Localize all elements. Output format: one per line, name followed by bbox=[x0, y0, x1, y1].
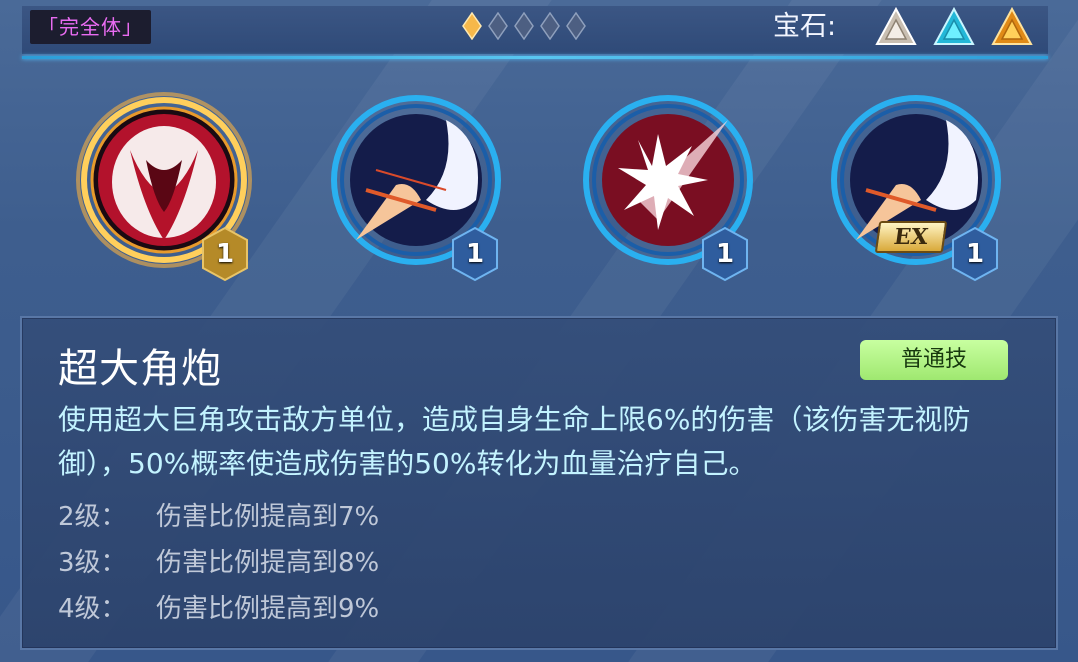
level-upgrade-row: 4级： 伤害比例提高到9% bbox=[58, 586, 379, 632]
star-empty-icon bbox=[514, 12, 534, 40]
star-empty-icon bbox=[566, 12, 586, 40]
level-label: 3级： bbox=[58, 548, 127, 578]
level-upgrade-row: 2级： 伤害比例提高到7% bbox=[58, 494, 379, 540]
gem-slots bbox=[874, 6, 1034, 50]
skill-name: 超大角炮 bbox=[58, 346, 222, 392]
star-empty-icon bbox=[540, 12, 560, 40]
skill-list: 1 1 1 1 bbox=[0, 90, 1078, 290]
skill-detail-panel: 超大角炮 普通技 使用超大巨角攻击敌方单位，造成自身生命上限6%的伤害（该伤害无… bbox=[20, 316, 1058, 650]
level-effect: 伤害比例提高到9% bbox=[156, 594, 380, 624]
star-rating bbox=[462, 12, 586, 40]
gem-label: 宝石: bbox=[773, 11, 837, 42]
gold-gem-icon[interactable] bbox=[990, 6, 1034, 50]
skill-level-badge: 1 bbox=[200, 226, 250, 282]
skill-level-badge: 1 bbox=[950, 226, 1000, 282]
level-effect: 伤害比例提高到7% bbox=[156, 502, 380, 532]
cyan-gem-icon[interactable] bbox=[932, 6, 976, 50]
ex-badge: EX bbox=[874, 221, 948, 253]
level-label: 2级： bbox=[58, 502, 127, 532]
level-upgrades: 2级： 伤害比例提高到7% 3级： 伤害比例提高到8% 4级： 伤害比例提高到9… bbox=[58, 494, 379, 632]
star-empty-icon bbox=[488, 12, 508, 40]
header-divider bbox=[22, 56, 1048, 59]
star-filled-icon bbox=[462, 12, 482, 40]
level-label: 4级： bbox=[58, 594, 127, 624]
white-gem-icon[interactable] bbox=[874, 6, 918, 50]
level-upgrade-row: 3级： 伤害比例提高到8% bbox=[58, 540, 379, 586]
skill-level-badge: 1 bbox=[450, 226, 500, 282]
level-effect: 伤害比例提高到8% bbox=[156, 548, 380, 578]
skill-level-badge: 1 bbox=[700, 226, 750, 282]
form-label: 「完全体」 bbox=[30, 10, 151, 44]
skill-type-tag: 普通技 bbox=[860, 340, 1008, 380]
skill-description: 使用超大巨角攻击敌方单位，造成自身生命上限6%的伤害（该伤害无视防御），50%概… bbox=[58, 403, 971, 480]
